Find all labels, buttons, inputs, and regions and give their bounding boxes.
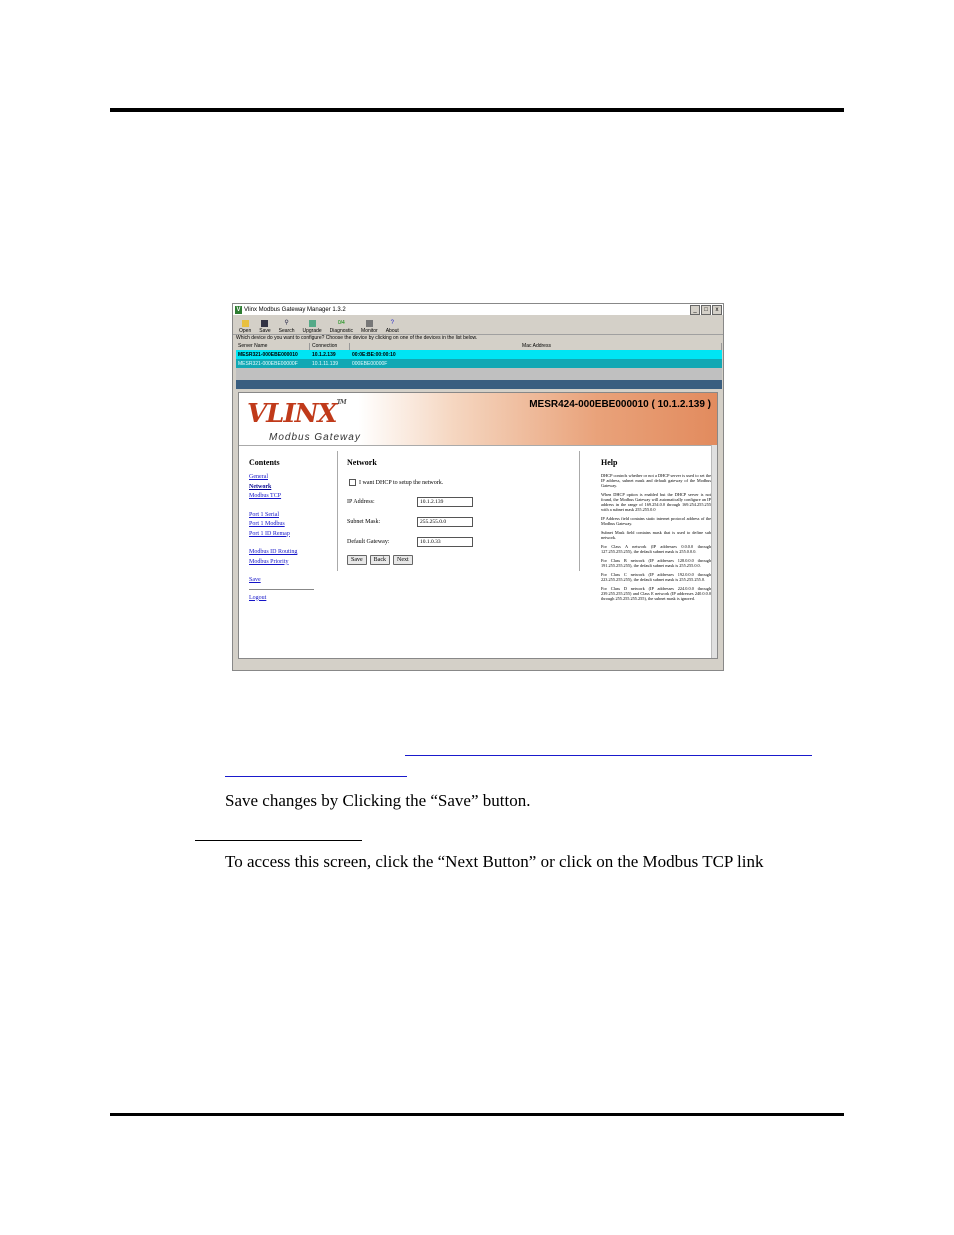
nav-port1-serial[interactable]: Port 1 Serial xyxy=(249,512,319,522)
help-paragraph: IP Address field contains static interne… xyxy=(601,516,711,526)
device-row[interactable]: MESR321-000EBE000010 10.1.2.139 00:0E:BE… xyxy=(236,350,722,359)
nav-port1-modbus[interactable]: Port 1 Modbus xyxy=(249,521,319,531)
help-paragraph: For Class A network (IP addresses 0.0.0.… xyxy=(601,544,711,554)
nav-port1-id-remap[interactable]: Port 1 ID Remap xyxy=(249,531,319,541)
footer-rule xyxy=(110,1113,844,1116)
device-connection: 10.1.11.139 xyxy=(312,360,339,367)
diagnostic-button[interactable]: 0/4 Diagnostic xyxy=(330,320,353,334)
divider xyxy=(579,451,580,571)
subnet-mask-field[interactable]: 255.255.0.0 xyxy=(417,516,473,527)
window-title: Vlinx Modbus Gateway Manager 1.3.2 xyxy=(244,306,346,313)
divider xyxy=(337,451,338,571)
help-paragraph: For Class D network (IP addresses 224.0.… xyxy=(601,586,711,601)
device-connection: 10.1.2.139 xyxy=(312,351,336,358)
default-gateway-field[interactable]: 10.1.0.33 xyxy=(417,536,473,547)
next-button[interactable]: Next xyxy=(393,555,413,565)
help-title: Help xyxy=(601,458,618,467)
default-gateway-label: Default Gateway: xyxy=(347,538,390,545)
save-instruction: Save changes by Clicking the “Save” butt… xyxy=(225,791,531,810)
device-title: MESR424-000EBE000010 ( 10.1.2.139 ) xyxy=(529,399,711,410)
help-paragraph: DHCP controls whether or not a DHCP serv… xyxy=(601,473,711,488)
toolbar: Open Save ⚲ Search Upgrade 0/4 Diagnostic … xyxy=(233,315,723,335)
folder-icon xyxy=(241,320,249,327)
help-paragraph: When DHCP option is enabled but the DHCP… xyxy=(601,492,711,512)
nav-save[interactable]: Save xyxy=(249,577,319,587)
nav-modbus-id-routing[interactable]: Modbus ID Routing xyxy=(249,549,319,559)
save-toolbar-button[interactable]: Save xyxy=(259,320,271,334)
network-form: Network I want DHCP to setup the network… xyxy=(347,458,575,565)
header-rule xyxy=(110,108,844,112)
hyperlink-underline[interactable] xyxy=(225,776,407,777)
open-button[interactable]: Open xyxy=(239,320,251,334)
upgrade-icon xyxy=(308,320,316,327)
monitor-icon xyxy=(365,320,373,327)
contents-title: Contents xyxy=(249,458,280,467)
column-server-name[interactable]: Server Name xyxy=(236,343,310,350)
config-page: VLINXTM Modbus Gateway MESR424-000EBE000… xyxy=(238,392,718,659)
brand-subtitle: Modbus Gateway xyxy=(269,432,361,443)
dhcp-option: I want DHCP to setup the network. xyxy=(347,479,575,486)
ip-address-field[interactable]: 10.1.2.139 xyxy=(417,496,473,507)
maximize-button[interactable]: □ xyxy=(701,305,711,315)
nav-network[interactable]: Network xyxy=(249,484,319,494)
device-mac: 00:0E:BE:00:00:10 xyxy=(352,351,396,358)
section-underline xyxy=(195,840,362,841)
app-window-screenshot: V Vlinx Modbus Gateway Manager 1.3.2 _ □… xyxy=(232,303,724,671)
minimize-button[interactable]: _ xyxy=(690,305,700,315)
device-name: MESR321-000EBE000010 xyxy=(238,351,298,358)
dhcp-checkbox[interactable] xyxy=(349,479,356,486)
help-paragraph: Subnet Mask field contains mask that is … xyxy=(601,530,711,540)
upgrade-button[interactable]: Upgrade xyxy=(302,320,322,334)
title-bar: V Vlinx Modbus Gateway Manager 1.3.2 _ □… xyxy=(233,304,723,315)
network-title: Network xyxy=(347,458,377,467)
diagnostic-icon: 0/4 xyxy=(337,320,345,326)
device-name: MESR321-000EBE00000F xyxy=(238,360,298,367)
disk-icon xyxy=(261,320,269,327)
search-button[interactable]: ⚲ Search xyxy=(279,320,295,334)
scrollbar[interactable] xyxy=(711,445,717,658)
device-row[interactable]: MESR321-000EBE00000F 10.1.11.139 000EBE0… xyxy=(236,359,722,368)
help-paragraph: For Class C network (IP addresses 192.0.… xyxy=(601,572,711,582)
device-list-empty xyxy=(236,368,722,380)
nav-general[interactable]: General xyxy=(249,474,319,484)
monitor-button[interactable]: Monitor xyxy=(361,320,378,334)
about-button[interactable]: ? About xyxy=(386,320,399,334)
device-hint: Which device do you want to configure? C… xyxy=(236,335,478,341)
help-icon: ? xyxy=(390,320,394,326)
vlinx-logo: VLINXTM xyxy=(247,399,347,429)
column-mac-address[interactable]: Mac Address xyxy=(350,343,722,350)
nav-logout[interactable]: Logout xyxy=(249,595,319,605)
banner: VLINXTM Modbus Gateway MESR424-000EBE000… xyxy=(239,393,717,446)
device-mac: 000EBE00000F xyxy=(352,360,388,367)
nav-modbus-priority[interactable]: Modbus Priority xyxy=(249,559,319,569)
dhcp-label: I want DHCP to setup the network. xyxy=(359,479,444,486)
ip-address-label: IP Address: xyxy=(347,498,375,505)
access-instruction: To access this screen, click the “Next B… xyxy=(225,852,764,871)
nav-modbus-tcp[interactable]: Modbus TCP xyxy=(249,493,319,503)
back-button[interactable]: Back xyxy=(369,555,390,565)
subnet-mask-label: Subnet Mask: xyxy=(347,518,381,525)
device-list: Server Name Connection Mac Address MESR3… xyxy=(236,343,722,389)
window-footer xyxy=(233,659,723,670)
help-panel: Help DHCP controls whether or not a DHCP… xyxy=(601,458,711,605)
column-connection[interactable]: Connection xyxy=(310,343,350,350)
hyperlink-underline[interactable] xyxy=(405,755,812,756)
app-logo-icon: V xyxy=(235,305,242,314)
contents-nav: Contents General Network Modbus TCP Port… xyxy=(249,458,319,604)
help-paragraph: For Class B network (IP addresses 128.0.… xyxy=(601,558,711,568)
search-icon: ⚲ xyxy=(284,320,289,326)
device-list-header: Server Name Connection Mac Address xyxy=(236,343,722,350)
close-button[interactable]: x xyxy=(712,305,722,315)
save-button[interactable]: Save xyxy=(347,555,367,565)
